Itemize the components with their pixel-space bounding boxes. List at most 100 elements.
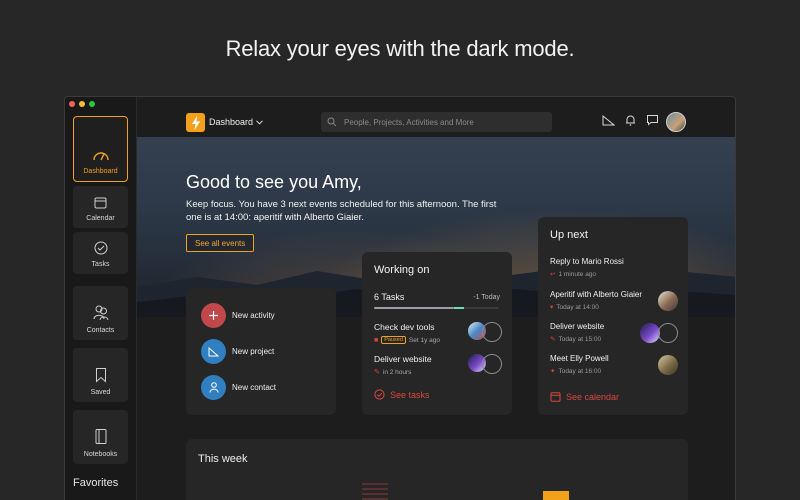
minimize-window-button[interactable] bbox=[79, 101, 85, 107]
lightning-icon[interactable] bbox=[186, 113, 205, 132]
week-bar bbox=[543, 491, 569, 500]
check-circle-icon bbox=[374, 389, 385, 400]
list-item[interactable]: Deliver website ✎ Today at 15:00 bbox=[550, 322, 678, 343]
new-contact-label: New contact bbox=[232, 383, 277, 392]
sidebar-item-calendar[interactable]: Calendar bbox=[73, 186, 128, 228]
up-next-card: Up next Reply to Mario Rossi ↩ 1 minute … bbox=[538, 217, 688, 415]
gauge-icon bbox=[92, 152, 109, 161]
chevron-down-icon bbox=[256, 119, 263, 125]
notebook-icon bbox=[95, 429, 106, 444]
sidebar-item-dashboard[interactable]: Dashboard bbox=[73, 116, 128, 182]
favorites-heading: Favorites bbox=[73, 477, 119, 489]
new-project-button[interactable]: New project bbox=[201, 339, 274, 364]
task-time: Set 1y ago bbox=[408, 336, 440, 344]
working-on-title: Working on bbox=[374, 264, 430, 276]
task-time: in 2 hours bbox=[382, 368, 412, 376]
briefcase-icon: ■ bbox=[374, 336, 379, 344]
contacts-icon bbox=[93, 305, 108, 321]
up-next-title: Up next bbox=[550, 229, 588, 241]
workspace-switcher[interactable]: Dashboard bbox=[209, 117, 263, 127]
sidebar-item-saved[interactable]: Saved bbox=[73, 348, 128, 402]
task-row[interactable]: Deliver website ✎ in 2 hours bbox=[374, 354, 502, 376]
status-badge: Paused bbox=[381, 336, 406, 344]
search-input[interactable] bbox=[344, 117, 544, 127]
sidebar-item-label: Dashboard bbox=[83, 168, 118, 175]
list-item[interactable]: Reply to Mario Rossi ↩ 1 minute ago bbox=[550, 257, 678, 278]
sidebar-item-contacts[interactable]: Contacts bbox=[73, 286, 128, 340]
headline: Relax your eyes with the dark mode. bbox=[225, 36, 575, 61]
ruler-triangle-icon[interactable] bbox=[602, 114, 615, 126]
sidebar-item-tasks[interactable]: Tasks bbox=[73, 232, 128, 274]
glass-icon: ▾ bbox=[550, 304, 554, 311]
event-title: Deliver website bbox=[550, 322, 605, 331]
sidebar-item-label: Saved bbox=[90, 389, 111, 396]
task-row[interactable]: Check dev tools ■ Paused Set 1y ago bbox=[374, 322, 502, 344]
workspace-title: Dashboard bbox=[209, 117, 254, 127]
week-bar bbox=[362, 483, 388, 500]
sidebar: Dashboard Calendar Tasks Contacts Saved … bbox=[65, 97, 137, 500]
complete-task-button[interactable] bbox=[482, 354, 502, 374]
greeting-subtitle: Keep focus. You have 3 next events sched… bbox=[186, 199, 497, 223]
see-all-events-button[interactable]: See all events bbox=[186, 234, 255, 252]
sidebar-item-label: Contacts bbox=[86, 327, 115, 334]
bell-icon[interactable] bbox=[625, 114, 636, 126]
task-delta: -1 Today bbox=[473, 294, 500, 301]
reply-icon: ↩ bbox=[550, 271, 556, 278]
event-title: Reply to Mario Rossi bbox=[550, 257, 624, 266]
list-item[interactable]: Aperitif with Alberto Giaier ▾ Today at … bbox=[550, 290, 678, 311]
task-count: 6 Tasks bbox=[374, 292, 405, 302]
pin-icon: ✎ bbox=[374, 369, 380, 376]
triangle-ruler-icon bbox=[201, 339, 226, 364]
event-time: Today at 14:00 bbox=[556, 303, 599, 311]
event-title: Meet Elly Powell bbox=[550, 354, 609, 363]
see-tasks-link[interactable]: See tasks bbox=[374, 389, 430, 400]
new-activity-button[interactable]: New activity bbox=[201, 303, 275, 328]
top-actions bbox=[602, 114, 659, 126]
sidebar-item-notebooks[interactable]: Notebooks bbox=[73, 410, 128, 464]
zoom-window-button[interactable] bbox=[89, 101, 95, 107]
new-contact-button[interactable]: New contact bbox=[201, 375, 276, 400]
quick-actions-card: New activity New project New contact bbox=[186, 288, 336, 415]
plus-icon bbox=[201, 303, 226, 328]
tasks-progress-bar bbox=[374, 307, 499, 309]
complete-event-button[interactable] bbox=[658, 323, 678, 343]
progress-fill bbox=[374, 307, 454, 309]
calendar-icon bbox=[94, 197, 107, 209]
event-time: 1 minute ago bbox=[558, 270, 597, 278]
event-meta: ↩ 1 minute ago bbox=[550, 270, 678, 279]
see-calendar-link[interactable]: See calendar bbox=[550, 391, 619, 402]
see-calendar-label: See calendar bbox=[566, 391, 620, 402]
event-title: Aperitif with Alberto Giaier bbox=[550, 290, 643, 299]
new-project-label: New project bbox=[232, 347, 275, 356]
this-week-title: This week bbox=[198, 453, 248, 465]
bookmark-icon bbox=[95, 368, 106, 383]
new-activity-label: New activity bbox=[232, 311, 275, 320]
list-item[interactable]: Meet Elly Powell ✦ Today at 16:00 bbox=[550, 354, 678, 375]
chat-icon[interactable] bbox=[646, 114, 659, 126]
pin-icon: ✎ bbox=[550, 336, 556, 343]
event-time: Today at 16:00 bbox=[558, 367, 602, 375]
sidebar-item-label: Notebooks bbox=[83, 451, 118, 458]
calendar-icon bbox=[550, 392, 561, 402]
this-week-card: This week bbox=[186, 439, 688, 500]
avatar bbox=[658, 355, 678, 375]
complete-task-button[interactable] bbox=[482, 322, 502, 342]
greeting-title: Good to see you Amy, bbox=[186, 172, 362, 192]
app-window: Dashboard Calendar Tasks Contacts Saved … bbox=[64, 96, 736, 500]
see-tasks-label: See tasks bbox=[390, 389, 430, 400]
working-on-card: Working on 6 Tasks -1 Today Check dev to… bbox=[362, 252, 512, 415]
avatar bbox=[658, 291, 678, 311]
window-controls bbox=[69, 101, 95, 107]
search-box[interactable] bbox=[321, 112, 552, 132]
progress-highlight bbox=[454, 307, 464, 309]
avatar bbox=[640, 323, 660, 343]
handshake-icon: ✦ bbox=[550, 368, 556, 375]
check-circle-icon bbox=[94, 241, 107, 255]
sidebar-item-label: Calendar bbox=[86, 215, 115, 222]
search-icon bbox=[327, 117, 337, 127]
top-bar: Dashboard bbox=[137, 97, 735, 137]
user-avatar[interactable] bbox=[666, 112, 686, 132]
sidebar-item-label: Tasks bbox=[91, 261, 110, 268]
event-time: Today at 15:00 bbox=[558, 335, 602, 343]
close-window-button[interactable] bbox=[69, 101, 75, 107]
